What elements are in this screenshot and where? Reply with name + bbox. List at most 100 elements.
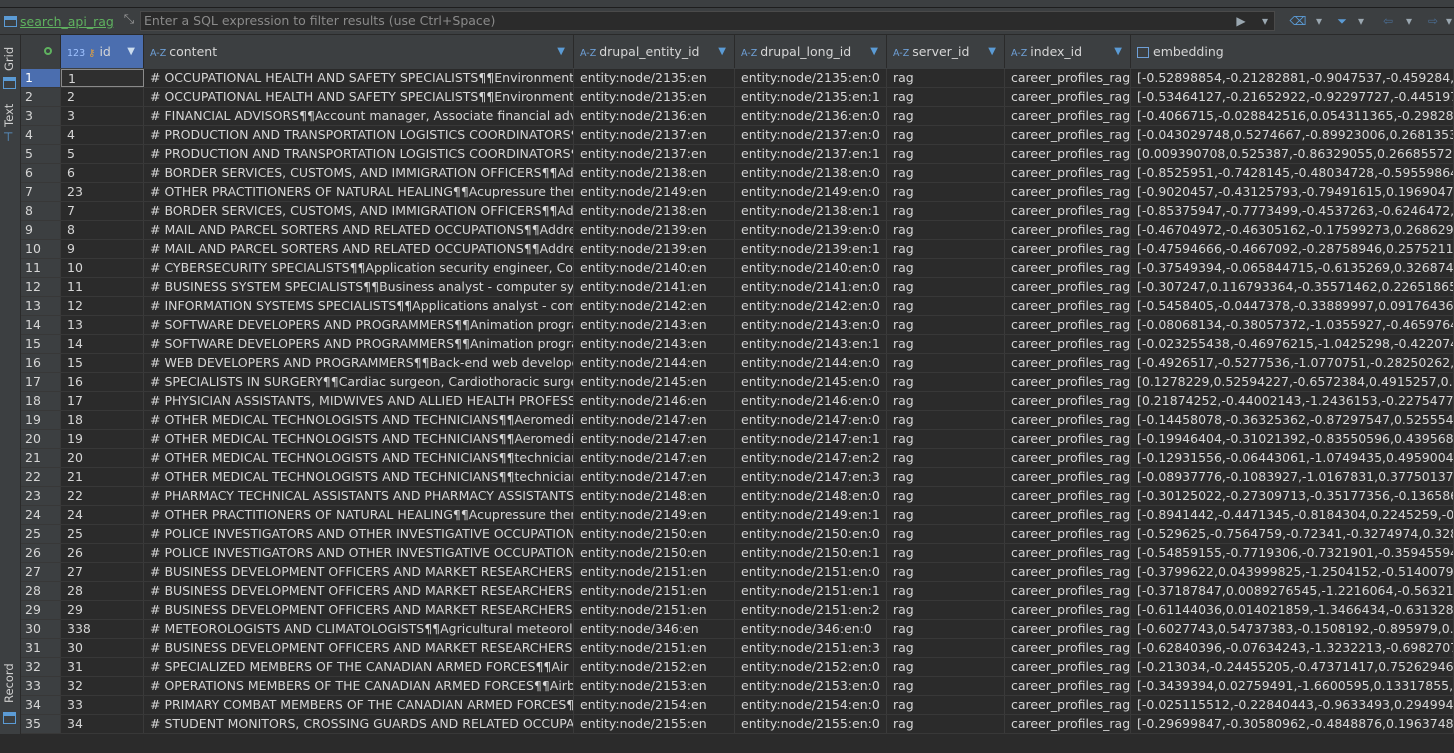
cell-index-id[interactable]: career_profiles_rag bbox=[1005, 316, 1131, 334]
cell-drupal-entity-id[interactable]: entity:node/2151:en bbox=[574, 582, 735, 600]
cell-server-id[interactable]: rag bbox=[887, 202, 1005, 220]
cell-id[interactable]: 5 bbox=[61, 145, 144, 163]
cell-content[interactable]: # WEB DEVELOPERS AND PROGRAMMERS¶¶Back-e… bbox=[144, 354, 574, 372]
cell-drupal-long-id[interactable]: entity:node/2151:en:2 bbox=[735, 601, 887, 619]
table-row[interactable]: 1 1 # OCCUPATIONAL HEALTH AND SAFETY SPECI… bbox=[21, 69, 1454, 88]
cell-content[interactable]: # CYBERSECURITY SPECIALISTS¶¶Application… bbox=[144, 259, 574, 277]
cell-drupal-long-id[interactable]: entity:node/2153:en:0 bbox=[735, 677, 887, 695]
cell-index-id[interactable]: career_profiles_rag bbox=[1005, 164, 1131, 182]
cell-embedding[interactable]: [-0.043029748,0.5274667,-0.89923006,0.26… bbox=[1131, 126, 1454, 144]
cell-server-id[interactable]: rag bbox=[887, 335, 1005, 353]
cell-drupal-long-id[interactable]: entity:node/2149:en:0 bbox=[735, 183, 887, 201]
cell-id[interactable]: 9 bbox=[61, 240, 144, 258]
table-row[interactable]: 11 10 # CYBERSECURITY SPECIALISTS¶¶Applica… bbox=[21, 259, 1454, 278]
tab-record[interactable]: Record bbox=[0, 663, 20, 753]
column-header-server-id[interactable]: A-Z server_id ▼ bbox=[887, 35, 1005, 68]
cell-content[interactable]: # OTHER MEDICAL TECHNOLOGISTS AND TECHNI… bbox=[144, 411, 574, 429]
cell-server-id[interactable]: rag bbox=[887, 88, 1005, 106]
cell-id[interactable]: 4 bbox=[61, 126, 144, 144]
cell-drupal-long-id[interactable]: entity:node/2138:en:1 bbox=[735, 202, 887, 220]
cell-id[interactable]: 12 bbox=[61, 297, 144, 315]
sort-arrow-icon[interactable]: ▼ bbox=[1114, 35, 1122, 68]
cell-index-id[interactable]: career_profiles_rag bbox=[1005, 468, 1131, 486]
table-row[interactable]: 2 2 # OCCUPATIONAL HEALTH AND SAFETY SPECI… bbox=[21, 88, 1454, 107]
table-row[interactable]: 9 8 # MAIL AND PARCEL SORTERS AND RELATED … bbox=[21, 221, 1454, 240]
row-number[interactable]: 21 bbox=[21, 449, 61, 467]
cell-drupal-long-id[interactable]: entity:node/2154:en:0 bbox=[735, 696, 887, 714]
cell-embedding[interactable]: [-0.46704972,-0.46305162,-0.17599273,0.2… bbox=[1131, 221, 1454, 239]
cell-id[interactable]: 29 bbox=[61, 601, 144, 619]
cell-server-id[interactable]: rag bbox=[887, 278, 1005, 296]
cell-id[interactable]: 15 bbox=[61, 354, 144, 372]
cell-content[interactable]: # METEOROLOGISTS AND CLIMATOLOGISTS¶¶Agr… bbox=[144, 620, 574, 638]
table-row[interactable]: 27 27 # BUSINESS DEVELOPMENT OFFICERS AND … bbox=[21, 563, 1454, 582]
table-row[interactable]: 10 9 # MAIL AND PARCEL SORTERS AND RELATED… bbox=[21, 240, 1454, 259]
cell-content[interactable]: # BORDER SERVICES, CUSTOMS, AND IMMIGRAT… bbox=[144, 202, 574, 220]
cell-index-id[interactable]: career_profiles_rag bbox=[1005, 525, 1131, 543]
row-number[interactable]: 27 bbox=[21, 563, 61, 581]
cell-index-id[interactable]: career_profiles_rag bbox=[1005, 582, 1131, 600]
table-row[interactable]: 5 5 # PRODUCTION AND TRANSPORTATION LOGIST… bbox=[21, 145, 1454, 164]
cell-drupal-entity-id[interactable]: entity:node/2150:en bbox=[574, 544, 735, 562]
cell-drupal-long-id[interactable]: entity:node/2138:en:0 bbox=[735, 164, 887, 182]
table-row[interactable]: 28 28 # BUSINESS DEVELOPMENT OFFICERS AND … bbox=[21, 582, 1454, 601]
cell-drupal-entity-id[interactable]: entity:node/2135:en bbox=[574, 88, 735, 106]
cell-embedding[interactable]: [-0.8525951,-0.7428145,-0.48034728,-0.59… bbox=[1131, 164, 1454, 182]
table-row[interactable]: 16 15 # WEB DEVELOPERS AND PROGRAMMERS¶¶Ba… bbox=[21, 354, 1454, 373]
table-row[interactable]: 7 23 # OTHER PRACTITIONERS OF NATURAL HEAL… bbox=[21, 183, 1454, 202]
cell-drupal-entity-id[interactable]: entity:node/2151:en bbox=[574, 601, 735, 619]
row-number[interactable]: 24 bbox=[21, 506, 61, 524]
cell-drupal-entity-id[interactable]: entity:node/2147:en bbox=[574, 430, 735, 448]
cell-drupal-long-id[interactable]: entity:node/2140:en:0 bbox=[735, 259, 887, 277]
table-row[interactable]: 14 13 # SOFTWARE DEVELOPERS AND PROGRAMMER… bbox=[21, 316, 1454, 335]
cell-embedding[interactable]: [-0.023255438,-0.46976215,-1.0425298,-0.… bbox=[1131, 335, 1454, 353]
table-row[interactable]: 25 25 # POLICE INVESTIGATORS AND OTHER INV… bbox=[21, 525, 1454, 544]
cell-drupal-entity-id[interactable]: entity:node/2149:en bbox=[574, 183, 735, 201]
row-number[interactable]: 26 bbox=[21, 544, 61, 562]
cell-drupal-entity-id[interactable]: entity:node/2147:en bbox=[574, 468, 735, 486]
sort-arrow-icon[interactable]: ▼ bbox=[870, 35, 878, 68]
cell-index-id[interactable]: career_profiles_rag bbox=[1005, 240, 1131, 258]
cell-drupal-entity-id[interactable]: entity:node/2143:en bbox=[574, 335, 735, 353]
cell-server-id[interactable]: rag bbox=[887, 506, 1005, 524]
cell-server-id[interactable]: rag bbox=[887, 430, 1005, 448]
cell-drupal-entity-id[interactable]: entity:node/2139:en bbox=[574, 240, 735, 258]
cell-index-id[interactable]: career_profiles_rag bbox=[1005, 69, 1131, 87]
cell-index-id[interactable]: career_profiles_rag bbox=[1005, 202, 1131, 220]
cell-embedding[interactable]: [-0.61144036,0.014021859,-1.3466434,-0.6… bbox=[1131, 601, 1454, 619]
row-number[interactable]: 29 bbox=[21, 601, 61, 619]
cell-index-id[interactable]: career_profiles_rag bbox=[1005, 620, 1131, 638]
cell-embedding[interactable]: [-0.529625,-0.7564759,-0.72341,-0.327497… bbox=[1131, 525, 1454, 543]
cell-drupal-entity-id[interactable]: entity:node/2143:en bbox=[574, 316, 735, 334]
cell-content[interactable]: # POLICE INVESTIGATORS AND OTHER INVESTI… bbox=[144, 544, 574, 562]
cell-drupal-long-id[interactable]: entity:node/2143:en:0 bbox=[735, 316, 887, 334]
cell-embedding[interactable]: [-0.5458405,-0.0447378,-0.33889997,0.091… bbox=[1131, 297, 1454, 315]
cell-drupal-long-id[interactable]: entity:node/2147:en:0 bbox=[735, 411, 887, 429]
cell-content[interactable]: # OTHER MEDICAL TECHNOLOGISTS AND TECHNI… bbox=[144, 430, 574, 448]
chevron-down-icon[interactable]: ▾ bbox=[1403, 12, 1415, 30]
cell-drupal-entity-id[interactable]: entity:node/2135:en bbox=[574, 69, 735, 87]
row-number[interactable]: 5 bbox=[21, 145, 61, 163]
cell-content[interactable]: # BUSINESS DEVELOPMENT OFFICERS AND MARK… bbox=[144, 601, 574, 619]
sort-arrow-icon[interactable]: ▼ bbox=[127, 35, 135, 68]
row-number[interactable]: 31 bbox=[21, 639, 61, 657]
row-number[interactable]: 34 bbox=[21, 696, 61, 714]
cell-embedding[interactable]: [-0.37549394,-0.065844715,-0.6135269,0.3… bbox=[1131, 259, 1454, 277]
cell-server-id[interactable]: rag bbox=[887, 468, 1005, 486]
cell-id[interactable]: 338 bbox=[61, 620, 144, 638]
row-number[interactable]: 10 bbox=[21, 240, 61, 258]
cell-server-id[interactable]: rag bbox=[887, 221, 1005, 239]
cell-content[interactable]: # OCCUPATIONAL HEALTH AND SAFETY SPECIAL… bbox=[144, 69, 574, 87]
column-header-drupal-long-id[interactable]: A-Z drupal_long_id ▼ bbox=[735, 35, 887, 68]
cell-drupal-long-id[interactable]: entity:node/2146:en:0 bbox=[735, 392, 887, 410]
filter-funnel-icon[interactable]: ⏷ bbox=[1334, 12, 1350, 30]
row-number[interactable]: 18 bbox=[21, 392, 61, 410]
table-row[interactable]: 23 22 # PHARMACY TECHNICAL ASSISTANTS AND … bbox=[21, 487, 1454, 506]
cell-id[interactable]: 13 bbox=[61, 316, 144, 334]
cell-embedding[interactable]: [-0.30125022,-0.27309713,-0.35177356,-0.… bbox=[1131, 487, 1454, 505]
cell-server-id[interactable]: rag bbox=[887, 658, 1005, 676]
filter-input[interactable]: Enter a SQL expression to filter results… bbox=[140, 11, 1275, 31]
cell-embedding[interactable]: [-0.12931556,-0.06443061,-1.0749435,0.49… bbox=[1131, 449, 1454, 467]
row-number[interactable]: 35 bbox=[21, 715, 61, 733]
cell-index-id[interactable]: career_profiles_rag bbox=[1005, 506, 1131, 524]
